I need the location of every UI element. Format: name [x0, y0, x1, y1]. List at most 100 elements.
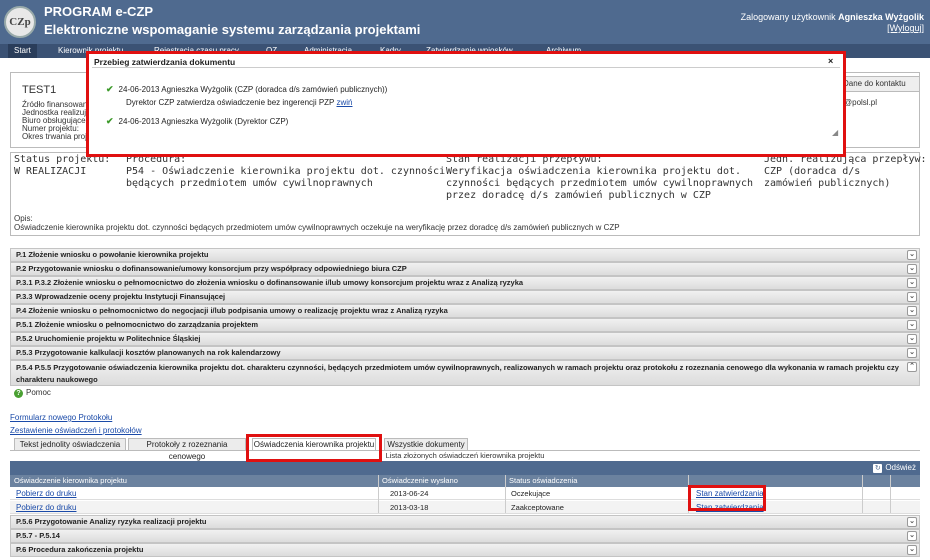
- list-caption: Lista złożonych oświadczeń kierownika pr…: [385, 451, 545, 460]
- chevron-down-icon[interactable]: ⌄: [907, 348, 917, 358]
- accordion-p4[interactable]: P.4 Złożenie wniosku o pełnomocnictwo do…: [10, 304, 920, 318]
- refresh-button[interactable]: ↻ Odśwież: [873, 462, 916, 474]
- col-divider: [505, 475, 506, 513]
- accordion-p2-label: P.2 Przygotowanie wniosku o dofinansowan…: [16, 264, 407, 273]
- status-flow-value-1: Weryfikacja oświadczenia kierownika proj…: [446, 166, 742, 177]
- accordion-p1-label: P.1 Złożenie wniosku o powołanie kierown…: [16, 250, 209, 259]
- accordion-p2[interactable]: P.2 Przygotowanie wniosku o dofinansowan…: [10, 262, 920, 276]
- th-status: Status oświadczenia: [509, 476, 578, 485]
- modal-entry-1-note: Dyrektor CZP zatwierdza oświadczenie bez…: [126, 98, 353, 107]
- accordion-p57-label: P.5.7 - P.5.14: [16, 531, 60, 540]
- accordion-p56-label: P.5.6 Przygotowanie Analizy ryzyka reali…: [16, 517, 207, 526]
- accordion-p54-label-2: charakteru naukowego: [16, 375, 98, 384]
- chevron-down-icon[interactable]: ⌄: [907, 334, 917, 344]
- status-procedure-value-1: P54 - Oświadczenie kierownika projektu d…: [126, 166, 446, 177]
- col-divider: [862, 475, 863, 513]
- status-flow-value-2: czynności będących przedmiotem umów cywi…: [446, 178, 754, 189]
- accordion-p53-label: P.5.3 Przygotowanie kalkulacji kosztów p…: [16, 348, 281, 357]
- chevron-down-icon[interactable]: ⌄: [907, 320, 917, 330]
- accordion-p6-label: P.6 Procedura zakończenia projektu: [16, 545, 144, 554]
- col-divider: [890, 475, 891, 513]
- contact-email: @polsl.pl: [844, 98, 878, 107]
- accordion-p52[interactable]: P.5.2 Uruchomienie projektu w Politechni…: [10, 332, 920, 346]
- app-title: PROGRAM e-CZP: [44, 4, 154, 19]
- project-code-num: 1: [50, 84, 57, 96]
- help-row[interactable]: ? Pomoc: [14, 388, 51, 398]
- logout-link[interactable]: [Wyloguj]: [887, 23, 924, 33]
- opis-text: Oświadczenie kierownika projektu dot. cz…: [14, 223, 620, 232]
- sent-date: 2013-06-24: [390, 489, 429, 498]
- status-flow: Stan realizacji przepływu: Weryfikacja o…: [446, 154, 753, 202]
- user-info: Zalogowany użytkownik Agnieszka Wyżgolik: [741, 12, 924, 22]
- table-toolbar: ↻ Odśwież: [10, 461, 920, 475]
- accordion-p51[interactable]: P.5.1 Złożenie wniosku o pełnomocnictwo …: [10, 318, 920, 332]
- accordion-p1[interactable]: P.1 Złożenie wniosku o powołanie kierown…: [10, 248, 920, 262]
- status-value: Oczekujące: [511, 489, 551, 498]
- accordion-p53[interactable]: P.5.3 Przygotowanie kalkulacji kosztów p…: [10, 346, 920, 360]
- status-procedure: Procedura: P54 - Oświadczenie kierownika…: [126, 154, 445, 190]
- contact-button[interactable]: Dane do kontaktu: [836, 76, 920, 92]
- opis-label: Opis:: [14, 214, 33, 223]
- close-icon[interactable]: ×: [828, 56, 833, 66]
- th-wyslano: Oświadczenie wysłano: [382, 476, 458, 485]
- help-icon[interactable]: ?: [14, 389, 23, 398]
- summary-link[interactable]: Zestawienie oświadczeń i protokołów: [10, 426, 142, 435]
- project-code: TEST1: [22, 84, 56, 96]
- refresh-icon: ↻: [873, 464, 883, 473]
- download-link[interactable]: Pobierz do druku: [12, 501, 76, 514]
- modal-entry-2: ✔ 24-06-2013 Agnieszka Wyżgolik (Dyrektor…: [106, 116, 288, 127]
- new-protocol-link[interactable]: Formularz nowego Protokołu: [10, 413, 112, 422]
- accordion-p33[interactable]: P.3.3 Wprowadzenie oceny projektu Instyt…: [10, 290, 920, 304]
- status-flow-value-3: przez doradcę d/s zamówień publicznych w…: [446, 190, 711, 201]
- czp-logo: CZp: [4, 6, 36, 38]
- download-link[interactable]: Pobierz do druku: [12, 487, 76, 500]
- chevron-down-icon[interactable]: ⌄: [907, 292, 917, 302]
- status-project: Status projektu: W REALIZACJI: [14, 154, 110, 178]
- accordion-p56[interactable]: P.5.6 Przygotowanie Analizy ryzyka reali…: [10, 515, 920, 529]
- chevron-down-icon[interactable]: ⌄: [907, 306, 917, 316]
- highlight-tab: [246, 434, 382, 462]
- col-divider: [378, 475, 379, 513]
- status-procedure-value-2: będących przedmiotem umów cywilnoprawnyc…: [126, 178, 373, 189]
- accordion-p31-label: P.3.1 P.3.2 Złożenie wniosku o pełnomocn…: [16, 278, 524, 287]
- chevron-down-icon[interactable]: ⌄: [907, 517, 917, 527]
- status-unit-value-2: zamówień publicznych): [764, 178, 891, 189]
- chevron-up-icon[interactable]: ⌃: [907, 362, 917, 372]
- chevron-down-icon[interactable]: ⌄: [907, 278, 917, 288]
- status-project-value: W REALIZACJI: [14, 166, 87, 177]
- modal-entry-1: ✔ 24-06-2013 Agnieszka Wyżgolik (CZP (dor…: [106, 84, 387, 95]
- check-icon: ✔: [106, 84, 114, 94]
- chevron-down-icon[interactable]: ⌄: [907, 531, 917, 541]
- sent-date: 2013-03-18: [390, 503, 429, 512]
- modal-title: Przebieg zatwierdzania dokumentu: [92, 56, 840, 68]
- collapse-link[interactable]: zwiń: [336, 98, 352, 107]
- status-unit: Jedn. realizująca przepływ: CZP (doradca…: [764, 154, 927, 190]
- help-label[interactable]: Pomoc: [26, 388, 51, 397]
- modal-note-text: Dyrektor CZP zatwierdza oświadczenie bez…: [126, 98, 335, 107]
- user-name: Agnieszka Wyżgolik: [838, 12, 924, 22]
- accordion-p6[interactable]: P.6 Procedura zakończenia projektu ⌄: [10, 543, 920, 557]
- chevron-down-icon[interactable]: ⌄: [907, 250, 917, 260]
- resize-handle-icon[interactable]: ◢: [832, 128, 838, 137]
- chevron-down-icon[interactable]: ⌄: [907, 264, 917, 274]
- app-subtitle: Elektroniczne wspomaganie systemu zarząd…: [44, 22, 421, 37]
- chevron-down-icon[interactable]: ⌄: [907, 545, 917, 555]
- modal-entry-1-text: 24-06-2013 Agnieszka Wyżgolik (CZP (dora…: [118, 85, 388, 94]
- th-oswiadczenie: Oświadczenie kierownika projektu: [14, 476, 127, 485]
- accordion-p54-open[interactable]: P.5.4 P.5.5 Przygotowanie oświadczenia k…: [10, 360, 920, 386]
- status-value: Zaakceptowane: [511, 503, 564, 512]
- highlight-approval-link: [688, 485, 766, 511]
- accordion-p52-label: P.5.2 Uruchomienie projektu w Politechni…: [16, 334, 201, 343]
- accordion-p57[interactable]: P.5.7 - P.5.14 ⌄: [10, 529, 920, 543]
- table-header: Oświadczenie kierownika projektu Oświadc…: [10, 475, 920, 487]
- nav-start[interactable]: Start: [8, 44, 37, 58]
- accordion-p51-label: P.5.1 Złożenie wniosku o pełnomocnictwo …: [16, 320, 258, 329]
- refresh-label: Odśwież: [885, 463, 916, 472]
- check-icon: ✔: [106, 116, 114, 126]
- modal-entry-2-text: 24-06-2013 Agnieszka Wyżgolik (Dyrektor …: [118, 117, 289, 126]
- accordion-p4-label: P.4 Złożenie wniosku o pełnomocnictwo do…: [16, 306, 448, 315]
- accordion-p31[interactable]: P.3.1 P.3.2 Złożenie wniosku o pełnomocn…: [10, 276, 920, 290]
- status-unit-value-1: CZP (doradca d/s: [764, 166, 861, 177]
- accordion-p33-label: P.3.3 Wprowadzenie oceny projektu Instyt…: [16, 292, 226, 301]
- table-row: Pobierz do druku 2013-03-18 Zaakceptowan…: [10, 501, 920, 514]
